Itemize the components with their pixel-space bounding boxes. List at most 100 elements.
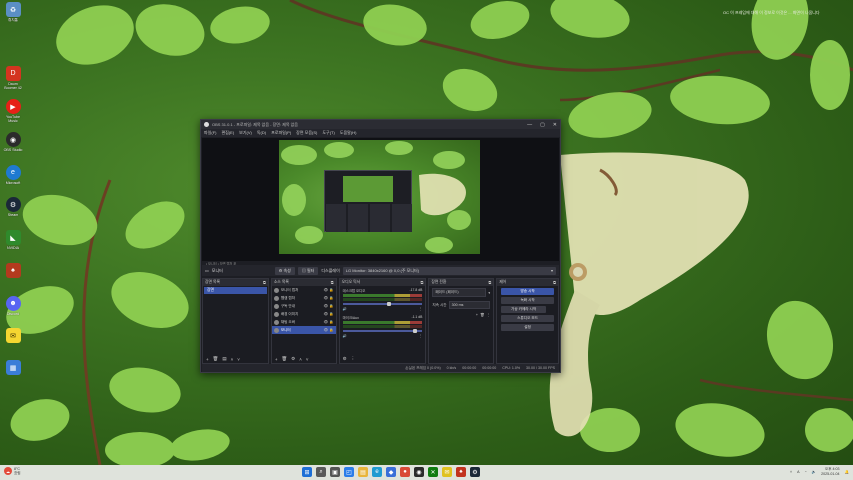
desktop-icon-recycle-bin[interactable]: ♻ 휴지통 xyxy=(1,2,25,22)
channel-menu-icon[interactable]: ⋮ xyxy=(419,334,422,338)
preview-canvas[interactable] xyxy=(279,140,480,254)
start-streaming-button[interactable]: 방송 시작 xyxy=(501,288,555,295)
visibility-lock-icons[interactable]: 👁 🔒 xyxy=(324,328,334,332)
menu-view[interactable]: 보기(V) xyxy=(239,130,252,136)
context-source-name: 모니터 xyxy=(211,267,223,273)
dock-menu-icon[interactable]: ⧉ xyxy=(331,280,334,285)
desktop-icon-chart-app[interactable]: ▦ xyxy=(1,360,25,375)
game-icon[interactable]: ♠ xyxy=(456,467,466,477)
source-type-icon xyxy=(273,287,279,293)
dock-menu-icon[interactable]: ⧉ xyxy=(263,280,266,285)
volume-slider[interactable] xyxy=(342,329,423,333)
visibility-lock-icons[interactable]: 👁 🔒 xyxy=(324,312,334,316)
mixer-menu-icon[interactable]: ⋮ xyxy=(351,356,356,362)
visibility-lock-icons[interactable]: 👁 🔒 xyxy=(324,304,334,308)
chrome-icon[interactable]: ● xyxy=(400,467,410,477)
dock-menu-icon[interactable]: ⧉ xyxy=(421,280,424,285)
add-transition-button[interactable]: + xyxy=(476,313,478,317)
input-language[interactable]: A xyxy=(797,470,799,474)
menu-bar: 파일(F) 편집(E) 보기(V) 독(D) 프로파일(P) 장면 모음(S) … xyxy=(201,129,560,137)
edge-icon[interactable]: e xyxy=(372,467,382,477)
source-properties-button[interactable]: ⚙ xyxy=(291,356,295,362)
studio-mode-button[interactable]: 스튜디오 모드 xyxy=(501,315,555,322)
start-icon[interactable]: ⊞ xyxy=(302,467,312,477)
remove-source-button[interactable]: 🗑 xyxy=(281,356,287,362)
scene-filter-button[interactable]: ▤ xyxy=(222,356,226,362)
speaker-icon[interactable]: 🔊 xyxy=(343,334,347,338)
move-up-button[interactable]: ˄ xyxy=(231,357,234,362)
visibility-lock-icons[interactable]: 👁 🔒 xyxy=(324,288,334,292)
kakaotalk-icon[interactable]: ✉ xyxy=(442,467,452,477)
duration-input[interactable]: 300 ms xyxy=(448,301,491,309)
search-icon[interactable]: ⌕ xyxy=(316,467,326,477)
network-icon[interactable]: ◔ xyxy=(804,470,806,474)
menu-scene-collection[interactable]: 장면 모음(S) xyxy=(296,130,317,136)
desktop-icon-discord[interactable]: ☻ Discord xyxy=(1,296,25,316)
close-button[interactable]: ✕ xyxy=(553,122,557,128)
menu-docks[interactable]: 독(D) xyxy=(257,130,266,136)
speaker-icon[interactable]: 🔊 xyxy=(343,307,347,311)
task-view-icon[interactable]: ▣ xyxy=(330,467,340,477)
desktop-icon-kakaotalk[interactable]: ✉ xyxy=(1,328,25,343)
start-virtual-camera-button[interactable]: 가상 카메라 시작 xyxy=(501,306,547,313)
desktop-icon-nvidia[interactable]: ◣ NVIDIA xyxy=(1,230,25,250)
source-item[interactable]: 구독 안내 👁 🔒 xyxy=(272,302,336,310)
slider-handle[interactable] xyxy=(412,329,417,333)
add-scene-button[interactable]: + xyxy=(206,357,209,362)
remove-transition-button[interactable]: 🗑 xyxy=(480,313,485,317)
transition-menu-icon[interactable]: ⋮ xyxy=(487,313,491,317)
notifications-icon[interactable]: 🔔 xyxy=(845,470,849,474)
store-icon[interactable]: ◆ xyxy=(386,467,396,477)
desktop-icon-game[interactable]: ♠ xyxy=(1,263,25,278)
menu-help[interactable]: 도움말(H) xyxy=(340,130,357,136)
source-item-selected[interactable]: 모니터 👁 🔒 xyxy=(271,326,336,334)
source-item[interactable]: 채팅 오버 👁 🔒 xyxy=(272,318,336,326)
transition-select[interactable]: 페이드 (페이드) xyxy=(432,288,487,297)
menu-tools[interactable]: 도구(T) xyxy=(322,130,334,136)
mixer-settings-icon[interactable]: ⚙ xyxy=(343,356,347,362)
scene-item[interactable]: 장면 xyxy=(204,287,267,294)
desktop-icon-daum[interactable]: D Daum Boomer 42 xyxy=(1,66,25,90)
display-select[interactable]: LG Monitor: 3840x2160 @ 0,0 (주 모니터) ▾ xyxy=(342,266,556,275)
weather-widget[interactable]: ☁ 8°C 흐림 xyxy=(4,467,21,475)
desktop-icon-edge[interactable]: e Microsoft xyxy=(1,165,25,185)
desktop-icon-obs[interactable]: ◉ OBS Studio xyxy=(1,132,25,152)
obs-icon[interactable]: ◉ xyxy=(414,467,424,477)
maximize-button[interactable]: ▢ xyxy=(540,122,545,128)
menu-edit[interactable]: 편집(E) xyxy=(221,130,234,136)
move-down-button[interactable]: ˅ xyxy=(237,357,240,362)
volume-icon[interactable]: 🔈 xyxy=(812,470,816,474)
slider-handle[interactable] xyxy=(386,302,391,306)
visibility-lock-icons[interactable]: 👁 🔒 xyxy=(324,320,334,324)
widgets-icon[interactable]: ◰ xyxy=(344,467,354,477)
audio-mixer-dock: 오디오 믹서 ⧉ 데스크탑 오디오 -17.8 dB 🔊 ⋮ 마이크/Aux -1.1 … xyxy=(338,278,427,364)
tray-chevron-icon[interactable]: ˄ xyxy=(790,470,792,474)
explorer-icon[interactable]: ▤ xyxy=(358,467,368,477)
move-up-button[interactable]: ˄ xyxy=(299,357,302,362)
menu-profile[interactable]: 프로파일(P) xyxy=(271,130,291,136)
clock[interactable]: 오후 4:03 2025-01-04 xyxy=(821,467,839,476)
source-item[interactable]: 웹캠 캡처 👁 🔒 xyxy=(272,294,336,302)
desktop-icon-youtube-music[interactable]: ▶ YouTube Music xyxy=(1,99,25,123)
source-item[interactable]: 배경 이미지 👁 🔒 xyxy=(272,310,336,318)
steam-icon: ⚙ xyxy=(5,197,21,212)
dock-menu-icon[interactable]: ⧉ xyxy=(553,280,556,285)
channel-menu-icon[interactable]: ⋮ xyxy=(419,307,422,311)
minimize-button[interactable]: — xyxy=(527,122,532,128)
dock-menu-icon[interactable]: ⧉ xyxy=(488,280,491,285)
settings-button[interactable]: 설정 xyxy=(501,324,555,331)
volume-slider[interactable] xyxy=(342,302,423,306)
source-item[interactable]: 모니터 캡처 👁 🔒 xyxy=(272,286,336,294)
start-recording-button[interactable]: 녹화 시작 xyxy=(501,297,555,304)
visibility-lock-icons[interactable]: 👁 🔒 xyxy=(324,296,334,300)
preview-area[interactable] xyxy=(202,138,559,261)
move-down-button[interactable]: ˅ xyxy=(306,357,309,362)
desktop-icon-steam[interactable]: ⚙ Steam xyxy=(1,197,25,217)
filters-button[interactable]: ▤ 필터 xyxy=(297,266,319,275)
steam-icon[interactable]: ⚙ xyxy=(470,467,480,477)
xbox-icon[interactable]: ✕ xyxy=(428,467,438,477)
add-source-button[interactable]: + xyxy=(275,357,278,362)
properties-button[interactable]: ⚙ 속성 xyxy=(274,266,295,275)
menu-file[interactable]: 파일(F) xyxy=(204,130,216,136)
remove-scene-button[interactable]: 🗑 xyxy=(213,356,219,362)
